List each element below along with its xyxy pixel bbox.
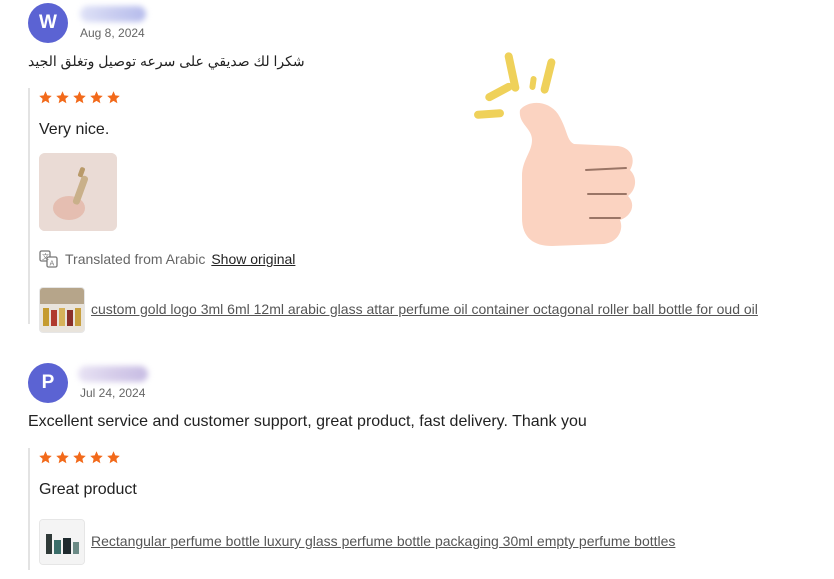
review-date: Aug 8, 2024 — [80, 26, 145, 40]
rating-stars — [38, 450, 121, 465]
star-icon — [90, 451, 103, 464]
avatar: W — [28, 3, 68, 43]
svg-text:文: 文 — [42, 252, 49, 261]
reviewer-name-blurred — [80, 6, 146, 22]
thumbs-up-icon — [474, 52, 636, 246]
product-link[interactable]: custom gold logo 3ml 6ml 12ml arabic gla… — [91, 301, 758, 317]
review-photo-image — [39, 153, 117, 231]
product-thumbnail[interactable] — [39, 287, 85, 333]
product-image — [40, 288, 84, 332]
star-icon — [56, 451, 69, 464]
translate-icon: 文 A — [39, 250, 58, 268]
translation-note: 文 A Translated from Arabic Show original — [39, 250, 295, 268]
star-icon — [90, 91, 103, 104]
review-date: Jul 24, 2024 — [80, 386, 146, 400]
review-text: Very nice. — [39, 121, 110, 138]
quote-divider — [28, 448, 30, 570]
star-icon — [39, 91, 52, 104]
star-icon — [56, 91, 69, 104]
star-icon — [73, 91, 86, 104]
rating-stars — [38, 90, 121, 105]
star-icon — [39, 451, 52, 464]
product-image — [40, 520, 84, 564]
review-text: Great product — [39, 481, 137, 498]
star-icon — [107, 451, 120, 464]
reviewer-name-blurred — [78, 366, 148, 382]
product-link[interactable]: Rectangular perfume bottle luxury glass … — [91, 533, 675, 549]
product-thumbnail[interactable] — [39, 519, 85, 565]
quote-divider — [28, 88, 30, 324]
star-icon — [107, 91, 120, 104]
show-original-link[interactable]: Show original — [211, 251, 295, 267]
translation-label: Translated from Arabic — [65, 251, 206, 267]
review-comment: Excellent service and customer support, … — [28, 413, 587, 430]
review-photo[interactable] — [39, 153, 117, 231]
review-comment: شكرا لك صديقي على سرعه توصيل وتغلق الجيد — [28, 53, 305, 69]
avatar: P — [28, 363, 68, 403]
svg-text:A: A — [50, 260, 55, 268]
star-icon — [73, 451, 86, 464]
